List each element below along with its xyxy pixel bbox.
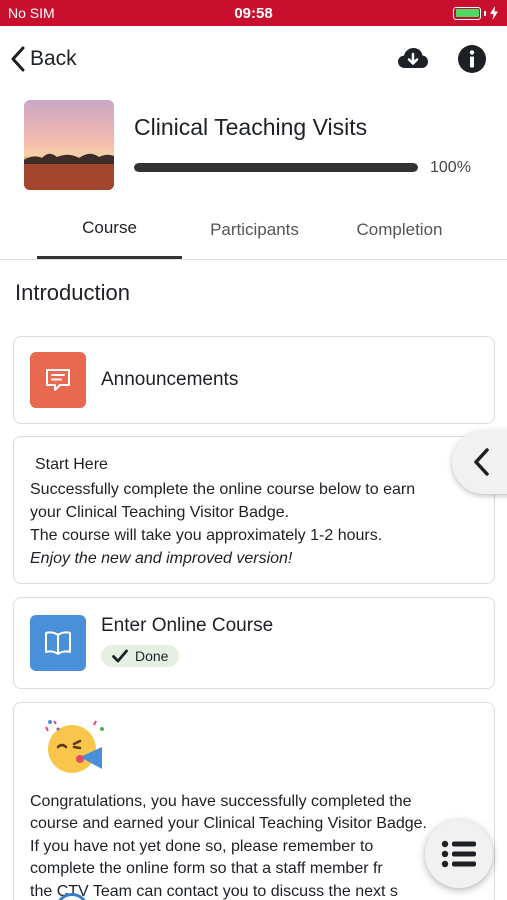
chevron-left-icon: [11, 46, 25, 72]
carrier-label: No SIM: [8, 5, 55, 21]
party-face-emoji-icon: [45, 720, 104, 773]
completion-status-badge: Done: [101, 645, 180, 667]
course-progress-text: 100%: [430, 158, 471, 176]
course-image: [24, 100, 114, 190]
start-here-label-card: Start Here Successfully complete the onl…: [13, 436, 495, 584]
congratulations-text: course and earned your Clinical Teaching…: [30, 815, 427, 832]
tab-completion[interactable]: Completion: [327, 200, 472, 259]
course-header: Clinical Teaching Visits 100%: [0, 92, 507, 190]
clock: 09:58: [234, 4, 273, 22]
start-here-italic-text: Enjoy the new and improved version!: [30, 550, 293, 567]
start-here-text: Successfully complete the online course …: [30, 481, 416, 498]
section-title: Introduction: [15, 280, 130, 305]
congratulations-text: Congratulations, you have successfully c…: [30, 792, 412, 810]
battery-icon: [453, 6, 481, 20]
book-icon: [30, 615, 86, 671]
start-here-text: your Clinical Teaching Visitor Badge.: [30, 504, 290, 521]
announcements-activity[interactable]: Announcements: [13, 336, 495, 424]
congratulations-text: If you have not yet done so, please reme…: [30, 837, 374, 855]
online-course-title: Enter Online Course: [101, 615, 274, 636]
forum-icon: [30, 352, 86, 408]
charging-bolt-icon: [490, 6, 498, 20]
back-label: Back: [30, 47, 77, 70]
status-bar: No SIM 09:58: [0, 0, 507, 26]
block-drawer-toggle[interactable]: [452, 430, 507, 494]
course-tabs: Course Participants Completion: [0, 200, 507, 260]
announcements-label: Announcements: [101, 369, 239, 390]
course-progress-bar: [134, 163, 418, 172]
congratulations-text: the CTV Team can contact you to discuss …: [30, 882, 398, 900]
cloud-download-icon[interactable]: [397, 46, 429, 72]
battery-indicator: [453, 6, 499, 20]
list-icon: [441, 840, 476, 868]
congratulations-label-card: Congratulations, you have successfully c…: [13, 702, 495, 900]
start-here-heading: Start Here: [35, 456, 108, 473]
course-index-button[interactable]: [425, 820, 493, 888]
tab-participants[interactable]: Participants: [182, 200, 327, 259]
completion-status-text: Done: [135, 648, 169, 664]
course-title: Clinical Teaching Visits: [134, 113, 368, 140]
info-icon[interactable]: [457, 44, 487, 74]
start-here-text: The course will take you approximately 1…: [30, 527, 383, 544]
chevron-left-icon: [474, 448, 489, 476]
online-course-activity[interactable]: Enter Online Course Done: [13, 597, 495, 689]
checkmark-icon: [112, 649, 128, 663]
congratulations-text: complete the online form so that a staff…: [30, 860, 383, 877]
top-navigation-bar: Back: [0, 26, 507, 92]
back-button[interactable]: Back: [10, 46, 77, 72]
tab-course[interactable]: Course: [37, 200, 182, 259]
